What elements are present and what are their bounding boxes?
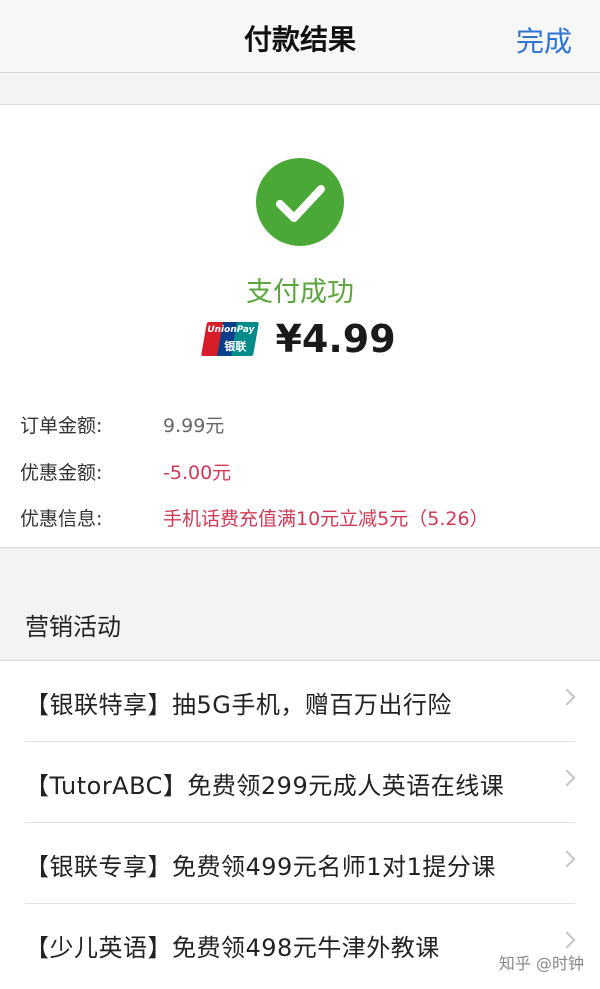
list-item[interactable]: 【TutorABC】免费领299元成人英语在线课: [25, 742, 576, 823]
list-item-label: 【银联特享】抽5G手机，赠百万出行险: [25, 691, 452, 719]
chevron-right-icon: [558, 931, 576, 949]
nav-bar: 付款结果 完成: [0, 0, 600, 73]
chevron-right-icon: [558, 688, 576, 706]
marketing-section-title: 营销活动: [25, 613, 121, 641]
marketing-list: 【银联特享】抽5G手机，赠百万出行险 【TutorABC】免费领299元成人英语…: [0, 660, 600, 989]
list-item[interactable]: 【银联专享】免费领499元名师1对1提分课: [25, 823, 576, 904]
amount-row: UnionPay 银联 ¥4.99: [0, 317, 600, 365]
chevron-right-icon: [558, 769, 576, 787]
page-title: 付款结果: [243, 23, 356, 56]
watermark: 知乎 @时钟: [498, 954, 584, 973]
order-details: 订单金额: 9.99元 优惠金额: -5.00元 优惠信息: 手机话费充值满10…: [0, 387, 600, 548]
detail-label: 订单金额:: [20, 415, 103, 437]
list-item-label: 【银联专享】免费领499元名师1对1提分课: [25, 853, 496, 881]
list-item-label: 【少儿英语】免费领498元牛津外教课: [25, 934, 440, 962]
done-button[interactable]: 完成: [516, 20, 572, 60]
list-item[interactable]: 【银联特享】抽5G手机，赠百万出行险: [25, 661, 576, 742]
detail-value: 9.99元: [163, 415, 225, 437]
detail-value: -5.00元: [163, 462, 232, 484]
paid-amount: ¥4.99: [275, 317, 396, 361]
detail-label: 优惠金额:: [20, 462, 103, 484]
detail-value: 手机话费充值满10元立减5元（5.26）: [163, 508, 489, 530]
payment-result-card: 支付成功 UnionPay 银联 ¥4.99: [0, 104, 600, 388]
success-check-icon: [256, 158, 344, 246]
detail-label: 优惠信息:: [20, 508, 103, 530]
chevron-right-icon: [558, 850, 576, 868]
list-item-label: 【TutorABC】免费领299元成人英语在线课: [25, 772, 505, 800]
unionpay-logo-icon: UnionPay 银联: [201, 322, 260, 356]
payment-status-text: 支付成功: [246, 277, 354, 308]
list-item[interactable]: 【少儿英语】免费领498元牛津外教课: [25, 904, 576, 984]
